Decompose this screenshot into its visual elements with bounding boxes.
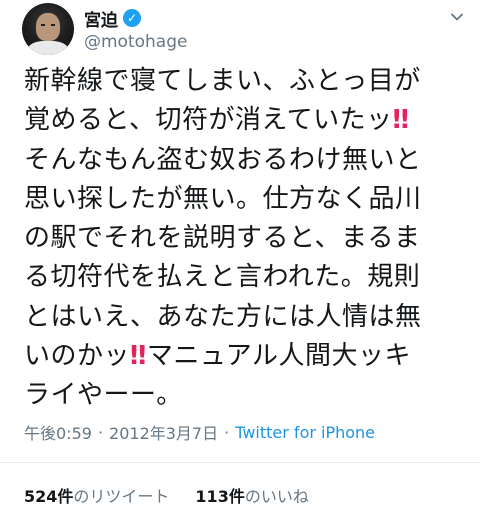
tweet-source-link[interactable]: Twitter for iPhone	[235, 423, 375, 442]
user-handle[interactable]: @motohage	[84, 32, 187, 52]
double-exclamation-icon: ‼	[392, 105, 410, 136]
tweet-line: 思い探したが無い。仕方なく品川	[24, 183, 422, 214]
tweet-line-text: マニュアル人間大ッキ	[146, 341, 412, 372]
separator: ·	[224, 422, 230, 442]
tweet-meta: 午後0:59 · 2012年3月7日 · Twitter for iPhone	[24, 420, 375, 444]
tweet-time[interactable]: 午後0:59	[24, 420, 92, 444]
tweet-line-text: 覚めると、切符が消えていたッ	[24, 105, 393, 136]
verified-badge-icon: ✓	[123, 9, 141, 27]
retweets-stat[interactable]: 524件のリツイート	[24, 483, 169, 507]
retweets-label: のリツイート	[73, 487, 170, 506]
tweet-stats: 524件のリツイート 113件のいいね	[24, 483, 309, 507]
avatar[interactable]	[22, 3, 74, 55]
tweet-line: いのかッ‼マニュアル人間大ッキ	[24, 337, 468, 376]
double-exclamation-icon: ‼	[130, 341, 147, 372]
likes-stat[interactable]: 113件のいいね	[195, 483, 308, 507]
tweet-line: ライやーー。	[24, 380, 183, 411]
tweet-date[interactable]: 2012年3月7日	[109, 420, 218, 444]
chevron-down-icon[interactable]	[450, 10, 464, 24]
tweet-line: の駅でそれを説明すると、まるま	[24, 223, 421, 254]
avatar-face	[36, 13, 60, 41]
tweet-line: 覚めると、切符が消えていたッ‼	[24, 101, 468, 140]
tweet-line: 新幹線で寝てしまい、ふとっ目が	[24, 66, 421, 96]
likes-label: のいいね	[244, 487, 309, 506]
separator: ·	[97, 422, 104, 442]
divider	[0, 462, 480, 463]
likes-count: 113件	[195, 487, 245, 506]
avatar-eye	[51, 24, 55, 26]
tweet-header: 宮迫 ✓ @motohage	[0, 0, 480, 62]
tweet-line: とはいえ、あなた方には人情は無	[24, 301, 422, 332]
tweet-line-text: いのかッ	[24, 341, 131, 372]
tweet-text: 新幹線で寝てしまい、ふとっ目が 覚めると、切符が消えていたッ‼ そんなもん盗む奴おる…	[24, 62, 468, 416]
tweet-line: る切符代を払えと言われた。規則	[24, 262, 421, 293]
avatar-eye	[41, 24, 45, 26]
tweet-line: そんなもん盗む奴おるわけ無いと	[24, 144, 422, 175]
avatar-shirt	[28, 41, 68, 55]
display-name[interactable]: 宮迫	[84, 6, 118, 31]
retweets-count: 524件	[24, 487, 74, 506]
name-row[interactable]: 宮迫 ✓	[84, 6, 141, 31]
